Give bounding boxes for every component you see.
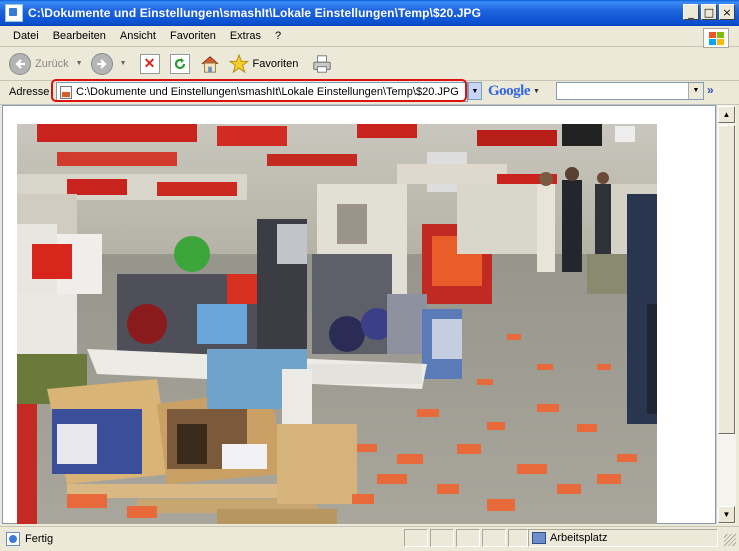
status-cell (508, 529, 528, 547)
google-toolbar[interactable]: Google ▼ (488, 81, 540, 101)
page-status-icon (6, 532, 20, 546)
status-cell (456, 529, 480, 547)
forward-arrow-icon (90, 52, 113, 75)
zone-label: Arbeitsplatz (550, 532, 608, 544)
menu-bar: Datei Bearbeiten Ansicht Favoriten Extra… (0, 26, 739, 47)
photo-svg (17, 124, 657, 524)
title-bar[interactable]: C:\Dokumente und Einstellungen\smashIt\L… (0, 0, 739, 26)
favorites-label: Favoriten (252, 57, 299, 70)
address-bar: Adresse C:\Dokumente und Einstellungen\s… (0, 79, 739, 105)
address-label: Adresse (9, 86, 50, 98)
scroll-up-icon[interactable]: ▲ (718, 106, 735, 123)
status-cell (482, 529, 506, 547)
store-photo (17, 124, 657, 524)
google-logo: Google (488, 82, 531, 100)
status-cells (404, 529, 528, 547)
scroll-down-icon[interactable]: ▼ (718, 506, 735, 523)
menu-ansicht[interactable]: Ansicht (113, 30, 163, 42)
scroll-thumb[interactable] (718, 125, 735, 434)
status-text: Fertig (25, 533, 54, 545)
back-dropdown-icon[interactable]: ▼ (76, 60, 83, 67)
forward-dropdown-icon[interactable]: ▼ (120, 60, 127, 67)
close-button[interactable]: × (719, 4, 735, 20)
vertical-scrollbar[interactable]: ▲ ▼ (716, 105, 736, 524)
google-dropdown-icon[interactable]: ▼ (533, 88, 540, 95)
menu-datei[interactable]: Datei (0, 30, 46, 42)
menu-favoriten[interactable]: Favoriten (163, 30, 223, 42)
maximize-button[interactable]: □ (701, 4, 717, 20)
back-label: Zurück (35, 57, 69, 70)
forward-button[interactable]: ▼ (90, 52, 135, 75)
google-search-input[interactable]: ▼ (556, 82, 704, 100)
document-view (2, 105, 716, 524)
stop-icon[interactable]: ✕ (139, 53, 160, 74)
status-bar: Fertig Arbeitsplatz (0, 526, 739, 551)
computer-icon (532, 532, 546, 544)
status-cell (430, 529, 454, 547)
standard-toolbar: Zurück ▼ ▼ ✕ Favoriten (0, 47, 739, 81)
resize-grip-icon[interactable] (724, 534, 736, 546)
toolbar-overflow-icon[interactable]: » (707, 83, 714, 97)
star-icon (228, 53, 249, 74)
window-title: C:\Dokumente und Einstellungen\smashIt\L… (28, 6, 482, 20)
windows-logo-icon (703, 28, 729, 48)
security-zone: Arbeitsplatz (528, 529, 718, 547)
printer-icon[interactable] (312, 54, 332, 74)
menu-help[interactable]: ? (268, 30, 288, 42)
menu-extras[interactable]: Extras (223, 30, 268, 42)
minimize-button[interactable]: _ (683, 4, 699, 20)
back-button[interactable]: Zurück ▼ (9, 52, 91, 75)
address-dropdown-icon[interactable]: ▼ (468, 82, 482, 100)
ie-icon (5, 4, 23, 22)
google-logo-text: Google (488, 82, 531, 99)
search-dropdown-icon[interactable]: ▼ (688, 83, 703, 99)
home-icon[interactable] (200, 54, 220, 74)
back-arrow-icon (9, 52, 31, 75)
refresh-icon[interactable] (169, 53, 190, 74)
menu-bearbeiten[interactable]: Bearbeiten (46, 30, 113, 42)
favorites-button[interactable]: Favoriten (227, 53, 299, 74)
window-controls: _ □ × (683, 4, 735, 20)
status-cell (404, 529, 428, 547)
address-highlight (51, 79, 467, 102)
